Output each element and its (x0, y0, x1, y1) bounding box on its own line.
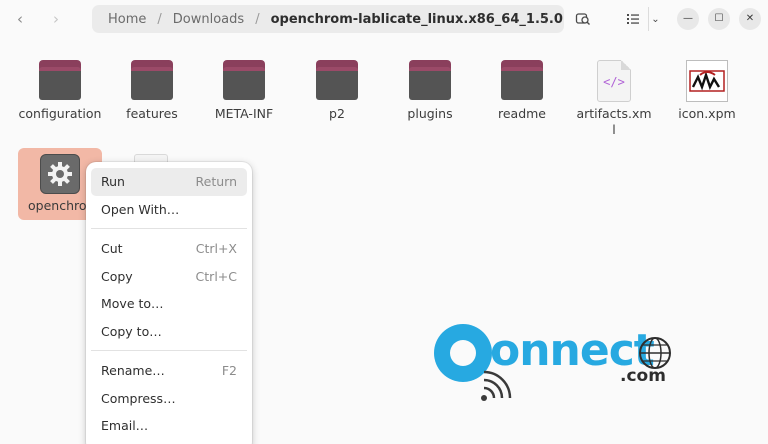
menu-label: Compress… (101, 390, 176, 406)
breadcrumb-home[interactable]: Home (106, 12, 148, 27)
breadcrumb-current[interactable]: openchrom-lablicate_linux.x86_64_1.5.0 (269, 12, 564, 27)
file-label: artifacts.xml (576, 106, 652, 137)
folder-icon (131, 60, 173, 100)
menu-item-rename[interactable]: Rename… F2 (91, 357, 247, 385)
folder-icon (316, 60, 358, 100)
image-file-icon (686, 60, 728, 102)
wifi-icon (481, 370, 512, 401)
chevron-down-icon[interactable]: ⌄ (648, 7, 662, 31)
folder-item[interactable]: plugins (388, 60, 472, 122)
folder-item[interactable]: features (110, 60, 194, 122)
menu-item-move-to[interactable]: Move to… (91, 290, 247, 318)
header-bar: ‹ › Home / Downloads / openchrom-lablica… (0, 0, 768, 38)
search-icon (575, 13, 590, 25)
list-view-icon (627, 14, 639, 24)
menu-label: Copy to… (101, 323, 162, 339)
menu-item-run[interactable]: Run Return (91, 168, 247, 196)
menu-accelerator: F2 (221, 363, 237, 379)
file-label: icon.xpm (678, 106, 736, 121)
menu-label: Email… (101, 418, 149, 434)
context-menu: Run Return Open With… Cut Ctrl+X Copy Ct… (86, 162, 252, 444)
menu-separator (91, 228, 247, 229)
menu-label: Move to… (101, 296, 164, 312)
forward-button[interactable]: › (44, 7, 68, 31)
maximize-button[interactable]: ☐ (708, 8, 730, 30)
file-item[interactable]: </> artifacts.xml (572, 60, 656, 138)
close-button[interactable]: ✕ (739, 8, 761, 30)
menu-separator (91, 350, 247, 351)
logo-suffix: .com (620, 366, 666, 386)
file-label: configuration (18, 106, 102, 121)
minimize-button[interactable]: — (677, 8, 699, 30)
folder-icon (39, 60, 81, 100)
folder-item[interactable]: configuration (18, 60, 102, 122)
back-button[interactable]: ‹ (8, 7, 32, 31)
xml-file-icon: </> (597, 60, 631, 102)
file-label: features (126, 106, 178, 121)
menu-item-copy[interactable]: Copy Ctrl+C (91, 263, 247, 291)
path-menu-icon[interactable]: ⋮ (536, 9, 556, 29)
globe-icon (639, 337, 671, 369)
menu-accelerator: Return (195, 174, 237, 190)
menu-accelerator: Ctrl+C (195, 268, 237, 284)
breadcrumb-downloads[interactable]: Downloads (171, 12, 246, 27)
menu-item-copy-to[interactable]: Copy to… (91, 318, 247, 346)
menu-item-open-with[interactable]: Open With… (91, 196, 247, 224)
gear-icon (40, 154, 80, 194)
file-label: p2 (329, 106, 345, 121)
file-label: plugins (407, 106, 453, 121)
file-item[interactable]: icon.xpm (665, 60, 749, 122)
menu-item-compress[interactable]: Compress… (91, 385, 247, 413)
menu-accelerator: Ctrl+X (195, 241, 237, 257)
folder-item[interactable]: META-INF (202, 60, 286, 122)
folder-icon (409, 60, 451, 100)
menu-label: Copy (101, 268, 133, 284)
watermark-logo: onnect .com (430, 322, 680, 408)
search-button[interactable] (570, 7, 596, 31)
menu-item-email[interactable]: Email… (91, 412, 247, 440)
folder-item[interactable]: readme (480, 60, 564, 122)
breadcrumb-separator: / (255, 11, 260, 27)
breadcrumb-separator: / (157, 11, 162, 27)
file-label: readme (497, 106, 547, 121)
folder-icon (223, 60, 265, 100)
menu-label: Run (101, 174, 125, 190)
path-bar: Home / Downloads / openchrom-lablicate_l… (92, 5, 564, 33)
view-options-button[interactable] (620, 7, 646, 31)
menu-label: Rename… (101, 363, 165, 379)
menu-label: Open With… (101, 201, 180, 217)
folder-icon (501, 60, 543, 100)
menu-item-cut[interactable]: Cut Ctrl+X (91, 235, 247, 263)
folder-item[interactable]: p2 (295, 60, 379, 122)
menu-label: Cut (101, 241, 123, 257)
file-label: META-INF (214, 106, 274, 121)
